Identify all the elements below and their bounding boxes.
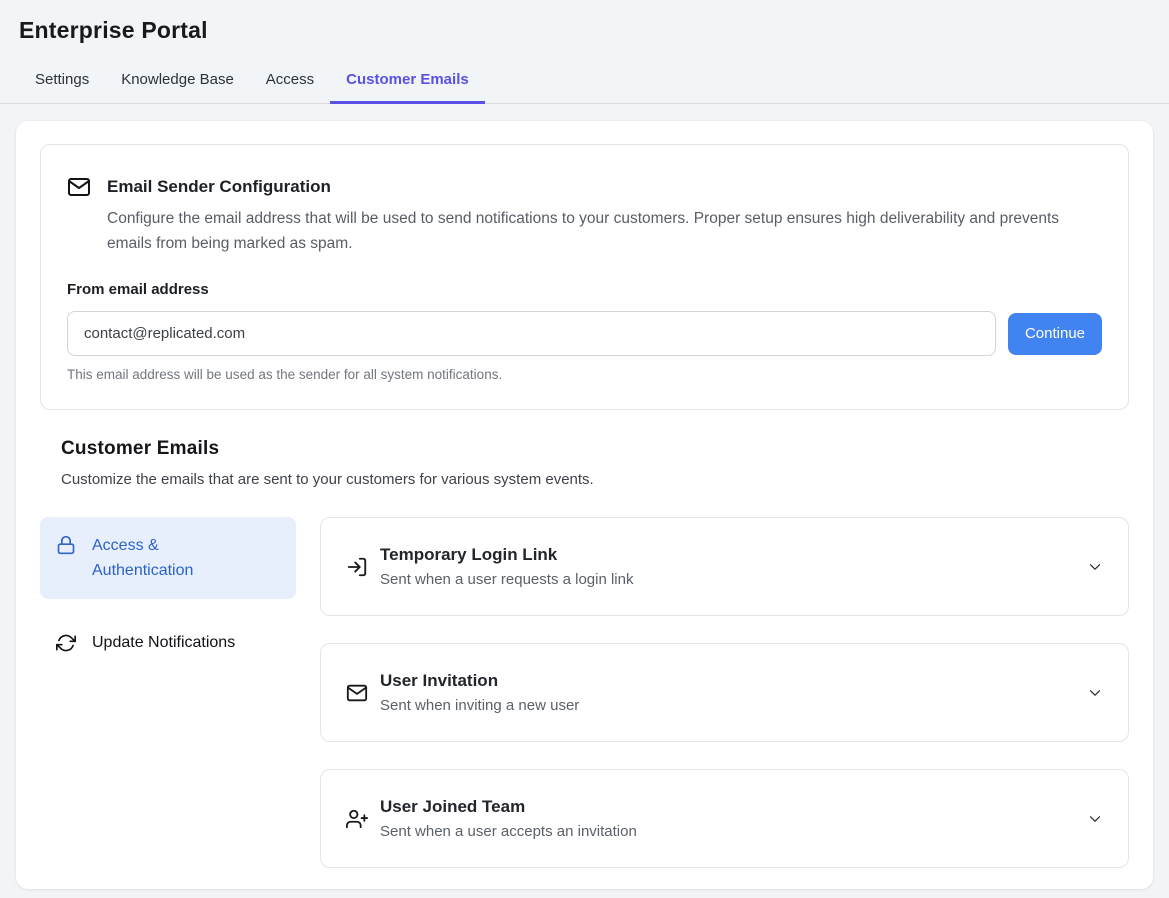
email-card-user-invitation[interactable]: User Invitation Sent when inviting a new…	[320, 643, 1129, 742]
email-card-temporary-login-link[interactable]: Temporary Login Link Sent when a user re…	[320, 517, 1129, 616]
tab-bar: Settings Knowledge Base Access Customer …	[0, 61, 1169, 104]
email-sender-config-card: Email Sender Configuration Configure the…	[40, 144, 1129, 410]
email-list: Temporary Login Link Sent when a user re…	[320, 517, 1129, 868]
tab-customer-emails[interactable]: Customer Emails	[330, 61, 485, 104]
email-subtitle: Sent when inviting a new user	[380, 697, 1086, 714]
chevron-down-icon[interactable]	[1086, 810, 1104, 828]
from-email-input[interactable]	[67, 311, 996, 356]
email-subtitle: Sent when a user accepts an invitation	[380, 823, 1086, 840]
section-description: Customize the emails that are sent to yo…	[61, 471, 1129, 488]
chevron-down-icon[interactable]	[1086, 684, 1104, 702]
input-helper-text: This email address will be used as the s…	[67, 367, 1102, 382]
chevron-down-icon[interactable]	[1086, 558, 1104, 576]
tab-access[interactable]: Access	[250, 61, 330, 104]
category-label: Update Notifications	[92, 634, 235, 652]
card-description: Configure the email address that will be…	[107, 206, 1092, 256]
refresh-icon	[56, 633, 76, 653]
category-item-access-authentication[interactable]: Access & Authentication	[40, 517, 296, 599]
category-label: Access & Authentication	[92, 533, 242, 583]
card-title: Email Sender Configuration	[107, 177, 331, 197]
email-title: Temporary Login Link	[380, 545, 1086, 565]
continue-button[interactable]: Continue	[1008, 313, 1102, 355]
mail-icon	[346, 682, 368, 704]
tab-settings[interactable]: Settings	[19, 61, 105, 104]
category-list: Access & Authentication Update Notificat…	[40, 517, 296, 669]
mail-icon	[67, 175, 91, 199]
login-icon	[346, 556, 368, 578]
from-email-label: From email address	[67, 281, 1102, 298]
category-item-update-notifications[interactable]: Update Notifications	[40, 617, 296, 669]
email-title: User Invitation	[380, 671, 1086, 691]
email-card-user-joined-team[interactable]: User Joined Team Sent when a user accept…	[320, 769, 1129, 868]
email-subtitle: Sent when a user requests a login link	[380, 571, 1086, 588]
section-title: Customer Emails	[61, 438, 1129, 460]
page-header: Enterprise Portal	[0, 0, 1169, 44]
email-title: User Joined Team	[380, 797, 1086, 817]
lock-icon	[56, 535, 76, 555]
page-title: Enterprise Portal	[19, 17, 1150, 44]
main-panel: Email Sender Configuration Configure the…	[16, 121, 1153, 889]
tab-knowledge-base[interactable]: Knowledge Base	[105, 61, 250, 104]
user-plus-icon	[346, 808, 368, 830]
